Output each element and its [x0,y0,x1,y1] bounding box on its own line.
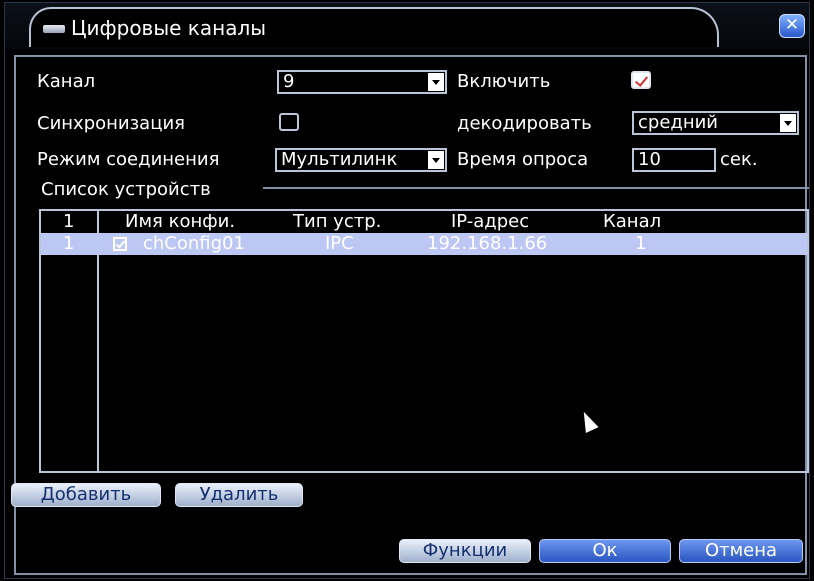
ok-button[interactable]: Ок [539,539,671,563]
functions-button[interactable]: Функции [399,539,531,563]
header-device-type[interactable]: Тип устр. [293,211,381,233]
row-device-type: IPC [325,233,354,254]
chevron-down-icon[interactable] [780,114,796,132]
decode-value: средний [638,112,719,133]
mode-label: Режим соединения [37,149,220,170]
header-config-name[interactable]: Имя конфи. [125,211,235,233]
channel-label: Канал [37,71,96,92]
title-bar: Цифровые каналы ✕ [5,3,809,49]
window-icon [43,25,65,33]
mode-value: Мультилинк [281,149,398,170]
enable-checkbox[interactable] [631,71,651,89]
chevron-down-icon[interactable] [428,73,444,91]
decode-select[interactable]: средний [632,111,799,135]
row-index: 1 [63,233,75,254]
window-title: Цифровые каналы [71,16,267,40]
row-checkbox[interactable] [113,237,127,251]
poll-label: Время опроса [457,149,589,170]
row-config-name: chConfig01 [143,233,245,254]
enable-label: Включить [457,71,551,92]
table-row[interactable]: 1 chConfig01 IPC 192.168.1.66 1 [41,233,807,255]
sync-checkbox[interactable] [279,113,299,131]
close-icon[interactable]: ✕ [779,14,805,38]
device-list-title: Список устройств [41,179,211,200]
decode-label: декодировать [457,113,592,134]
cancel-button[interactable]: Отмена [679,539,803,563]
mode-select[interactable]: Мультилинк [275,148,447,172]
table-header: 1 Имя конфи. Тип устр. IP-адрес Канал [41,211,807,233]
channel-value: 9 [283,71,295,92]
header-channel[interactable]: Канал [603,211,661,233]
poll-unit: сек. [720,149,758,170]
header-ip-address[interactable]: IP-адрес [451,211,529,233]
poll-input[interactable]: 10 [632,148,716,172]
section-divider [263,187,809,189]
row-channel: 1 [635,233,647,254]
add-button[interactable]: Добавить [11,483,161,507]
delete-button[interactable]: Удалить [175,483,303,507]
channel-select[interactable]: 9 [277,70,447,94]
header-index[interactable]: 1 [63,211,74,233]
device-table: 1 Имя конфи. Тип устр. IP-адрес Канал 1 … [39,209,809,473]
chevron-down-icon[interactable] [428,151,444,169]
sync-label: Синхронизация [37,113,185,134]
digital-channels-window: Цифровые каналы ✕ Канал 9 Включить Синхр… [4,2,810,579]
row-ip-address: 192.168.1.66 [427,233,548,254]
